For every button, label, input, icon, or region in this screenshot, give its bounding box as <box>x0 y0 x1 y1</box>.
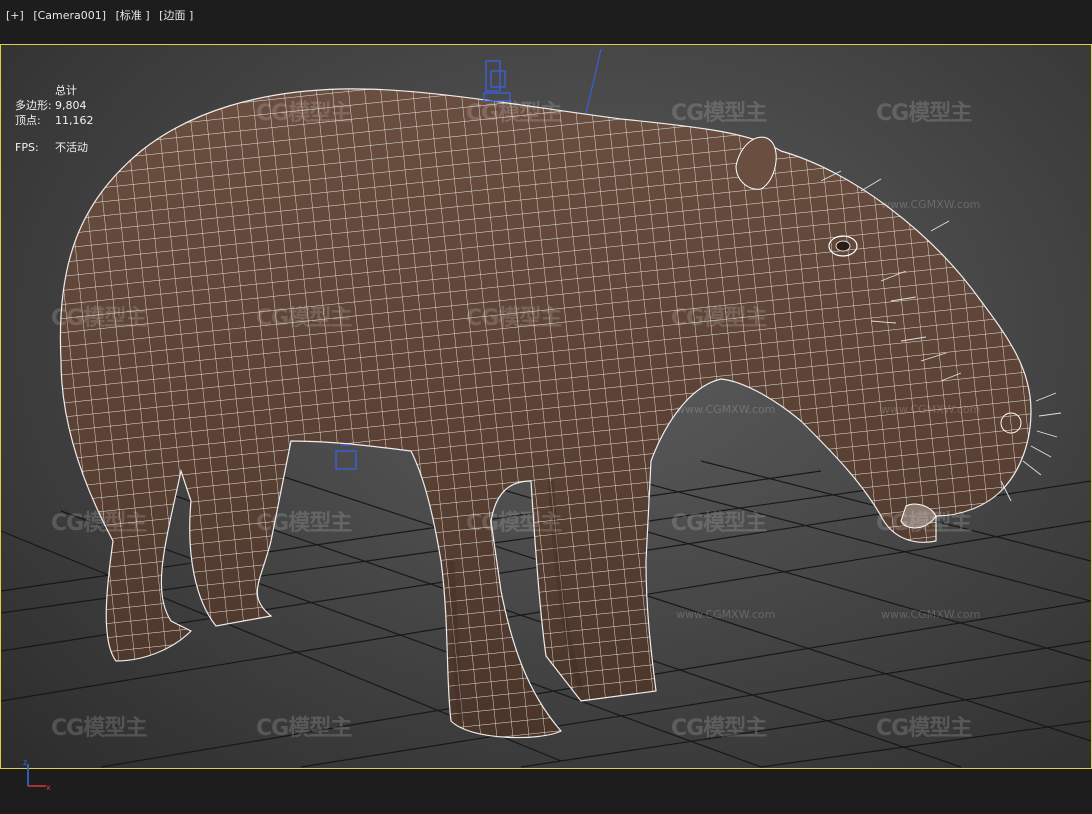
viewport-scene <box>1 48 1091 768</box>
viewport-menu-plus[interactable]: [+] <box>6 9 24 22</box>
scene-statistics: 总计 多边形: 9,804 顶点: 11,162 FPS: 不活动 <box>15 83 94 155</box>
fps-value: 不活动 <box>55 141 88 154</box>
vertices-label: 顶点: <box>15 114 41 127</box>
viewport-camera-menu[interactable]: [Camera001] <box>33 9 106 22</box>
polygons-value: 9,804 <box>55 99 87 112</box>
stats-title: 总计 <box>55 84 77 97</box>
viewport-shading-menu[interactable]: [标准 ] <box>116 9 150 22</box>
viewport-edges-menu[interactable]: [边面 ] <box>159 9 193 22</box>
tapir-model <box>59 88 1062 739</box>
fps-label: FPS: <box>15 141 39 154</box>
polygons-label: 多边形: <box>15 99 52 112</box>
camera-viewport[interactable]: CG模型主 CG模型主 CG模型主 CG模型主 CG模型主 CG模型主 CG模型… <box>0 44 1092 769</box>
viewport-bottom-bar <box>0 769 1092 814</box>
axis-z-label: z <box>23 758 27 767</box>
viewport-label: [+] [Camera001] [标准 ] [边面 ] <box>6 7 199 22</box>
axis-x-label: x <box>46 783 51 792</box>
helper-object-icon <box>335 444 357 470</box>
axis-gizmo-icon: z x <box>23 758 51 792</box>
camera-object-icon <box>483 60 511 102</box>
vertices-value: 11,162 <box>55 114 94 127</box>
